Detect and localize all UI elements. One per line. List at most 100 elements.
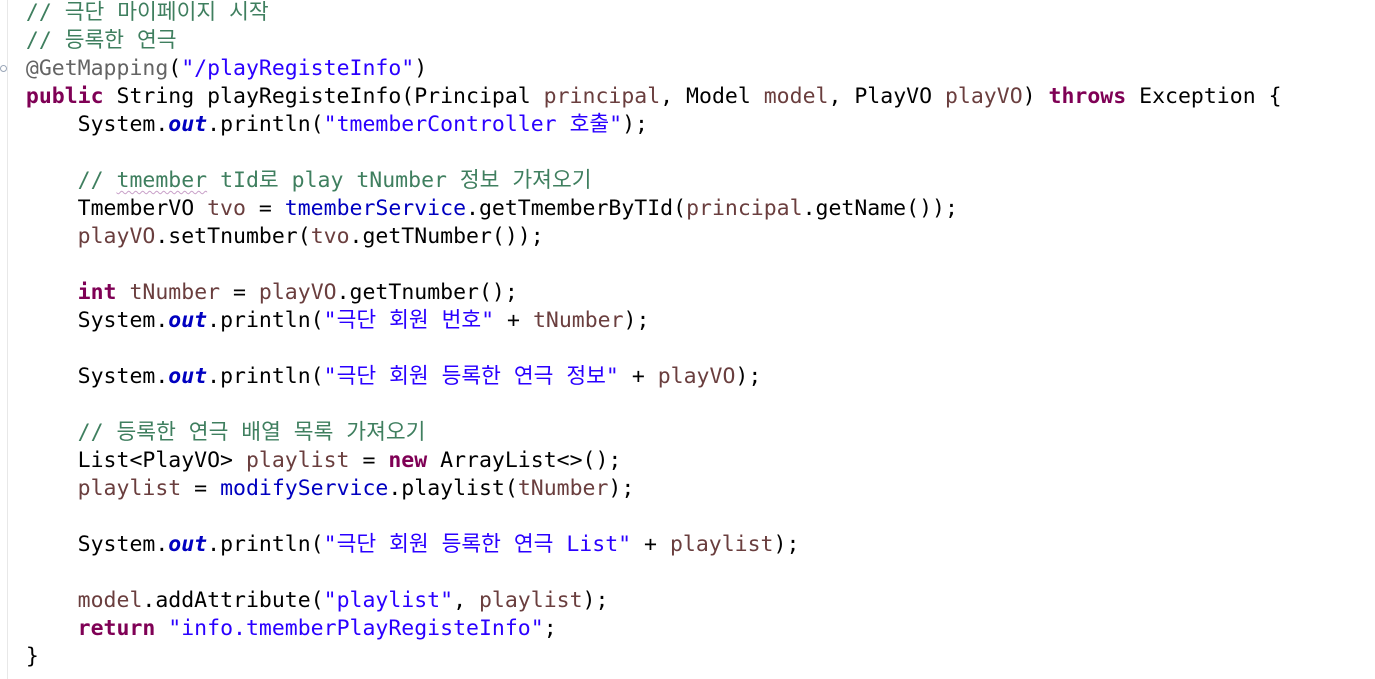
code-token-local: playlist — [478, 588, 583, 613]
code-token-default: ); — [735, 364, 762, 389]
code-line[interactable]: model.addAttribute("playlist", playlist)… — [0, 587, 1282, 615]
code-editor[interactable]: // 극단 마이페이지 시작 // 등록한 연극 @GetMapping("/p… — [0, 0, 1375, 679]
code-token-default — [0, 224, 78, 249]
code-line[interactable]: TmemberVO tvo = tmemberService.getTmembe… — [0, 195, 1282, 223]
code-token-default: + — [618, 364, 658, 389]
code-line[interactable]: System.out.println("극단 회원 등록한 연극 정보" + p… — [0, 363, 1282, 391]
code-token-default: ) — [1022, 84, 1049, 109]
code-token-default: .getTmemberByTId( — [466, 196, 687, 221]
code-token-string: "tmemberController 호출" — [323, 112, 623, 137]
code-line[interactable]: System.out.println("극단 회원 등록한 연극 List" +… — [0, 531, 1282, 559]
code-token-default — [0, 84, 26, 109]
code-token-default: .println( — [207, 308, 324, 333]
code-token-default: + — [494, 308, 533, 333]
code-line[interactable]: // 등록한 연극 — [0, 27, 1282, 55]
code-token-default: .println( — [207, 532, 324, 557]
code-token-default: + — [631, 532, 670, 557]
code-line[interactable]: int tNumber = playVO.getTnumber(); — [0, 279, 1282, 307]
code-line[interactable] — [0, 391, 1282, 419]
code-token-local: playVO — [657, 364, 736, 389]
code-token-local: tNumber — [517, 476, 609, 501]
code-token-default: ) — [414, 56, 428, 81]
code-token-default — [0, 616, 78, 641]
code-token-local: tNumber — [532, 308, 624, 333]
code-token-local: playVO — [77, 224, 156, 249]
code-line[interactable] — [0, 139, 1282, 167]
code-line[interactable] — [0, 503, 1282, 531]
code-token-default — [0, 476, 78, 501]
code-line[interactable]: // tmember tId로 play tNumber 정보 가져오기 — [0, 167, 1282, 195]
code-token-static: out — [168, 364, 208, 389]
code-token-local: tvo — [207, 196, 246, 221]
code-token-string: "playlist" — [323, 588, 454, 613]
code-token-static: out — [168, 112, 208, 137]
code-token-default: TmemberVO — [0, 196, 208, 221]
code-token-string: "info.tmemberPlayRegisteInfo" — [168, 616, 544, 641]
code-token-string: "/playRegisteInfo" — [181, 56, 415, 81]
code-token-default — [0, 588, 78, 613]
code-token-local: tvo — [310, 224, 350, 249]
code-token-default: .println( — [207, 364, 324, 389]
code-line[interactable]: System.out.println("tmemberController 호출… — [0, 111, 1282, 139]
code-token-default: = — [349, 448, 389, 473]
code-token-default: ); — [582, 588, 609, 613]
code-token-default: ); — [773, 532, 800, 557]
code-token-static: out — [168, 308, 208, 333]
code-line[interactable]: List<PlayVO> playlist = new ArrayList<>(… — [0, 447, 1282, 475]
code-token-field: tmemberService — [284, 196, 467, 221]
code-token-local: principal — [543, 84, 661, 109]
code-line[interactable] — [0, 251, 1282, 279]
code-token-default: System. — [0, 364, 169, 389]
code-line[interactable]: // 등록한 연극 배열 목록 가져오기 — [0, 419, 1282, 447]
code-token-comment: // 등록한 연극 배열 목록 가져오기 — [77, 420, 426, 445]
code-token-comment-warn: tmember — [116, 168, 208, 193]
code-token-keyword: public — [25, 84, 104, 109]
code-line[interactable]: } — [0, 643, 1282, 671]
code-line[interactable]: @GetMapping("/playRegisteInfo") — [0, 55, 1282, 83]
code-token-local: model — [763, 84, 829, 109]
code-token-comment: // — [77, 168, 117, 193]
code-token-default: .addAttribute( — [142, 588, 324, 613]
code-token-local: model — [77, 588, 143, 613]
code-token-default: .getTnumber(); — [336, 280, 518, 305]
code-token-default: ; — [543, 616, 557, 641]
code-token-comment: // 등록한 연극 — [25, 28, 177, 53]
source-code[interactable]: // 극단 마이페이지 시작 // 등록한 연극 @GetMapping("/p… — [0, 0, 1282, 671]
code-line[interactable]: public String playRegisteInfo(Principal … — [0, 83, 1282, 111]
code-token-string: "극단 회원 번호" — [323, 308, 495, 333]
code-token-default: = — [220, 280, 259, 305]
code-token-default: } — [0, 644, 39, 669]
code-token-keyword: return — [77, 616, 156, 641]
code-token-local: playlist — [77, 476, 182, 501]
code-token-default — [0, 280, 78, 305]
code-token-default: System. — [0, 532, 169, 557]
code-token-default: ); — [608, 476, 635, 501]
code-line[interactable]: // 극단 마이페이지 시작 — [0, 0, 1282, 27]
code-line[interactable]: playVO.setTnumber(tvo.getTNumber()); — [0, 223, 1282, 251]
code-token-default: = — [181, 476, 221, 501]
code-token-default: String playRegisteInfo(Principal — [103, 84, 544, 109]
code-token-field: modifyService — [220, 476, 389, 501]
code-token-local: tNumber — [129, 280, 221, 305]
code-token-default: ( — [168, 56, 182, 81]
code-line[interactable]: System.out.println("극단 회원 번호" + tNumber)… — [0, 307, 1282, 335]
code-line[interactable] — [0, 559, 1282, 587]
code-line[interactable] — [0, 335, 1282, 363]
code-token-default: , PlayVO — [828, 84, 945, 109]
code-token-local: principal — [686, 196, 803, 221]
code-token-string: "극단 회원 등록한 연극 정보" — [323, 364, 619, 389]
code-token-keyword: throws — [1048, 84, 1127, 109]
code-token-default — [155, 616, 168, 641]
code-line[interactable]: return "info.tmemberPlayRegisteInfo"; — [0, 615, 1282, 643]
code-token-default: ); — [623, 308, 650, 333]
code-line[interactable]: playlist = modifyService.playlist(tNumbe… — [0, 475, 1282, 503]
code-token-default: Exception { — [1126, 84, 1282, 109]
code-token-default — [0, 168, 78, 193]
code-token-default: .playlist( — [388, 476, 518, 501]
code-token-default: ArrayList<>(); — [427, 448, 622, 473]
code-token-default — [0, 56, 26, 81]
code-token-default: .getTNumber()); — [349, 224, 544, 249]
code-token-default: System. — [0, 112, 169, 137]
code-token-default: = — [245, 196, 285, 221]
code-token-default: .getName()); — [802, 196, 958, 221]
